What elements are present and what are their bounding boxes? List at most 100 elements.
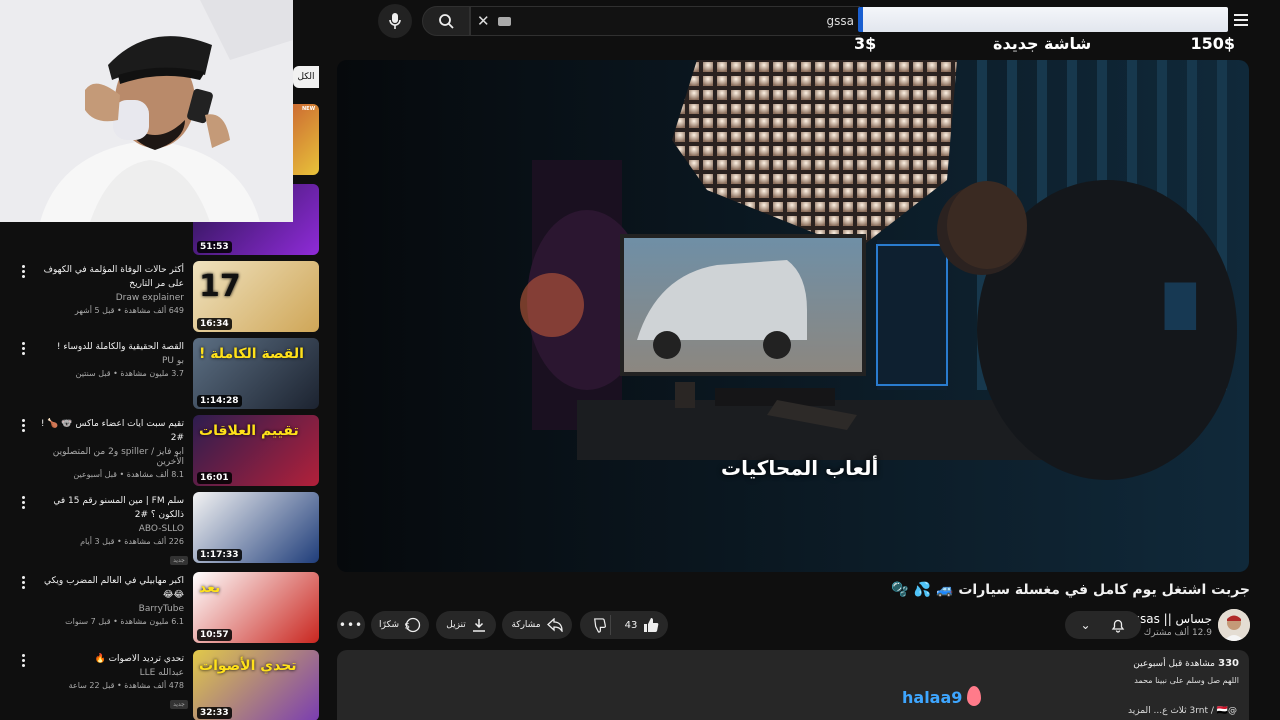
webcam-person-image <box>0 0 293 222</box>
share-icon <box>546 618 563 632</box>
price-overlay: 150$ شاشة جديدة 3$ <box>840 34 1235 56</box>
description-line: اللهم صل وسلم على نبينا محمد <box>1134 676 1239 685</box>
video-item-channel[interactable]: بو PU <box>34 356 184 366</box>
avatar-image <box>1218 609 1250 641</box>
description-more-link[interactable]: @3rnt / 🇾🇪 ثلاث ع... المزيد <box>1128 706 1237 716</box>
video-duration: 1:14:28 <box>197 395 242 407</box>
video-subtitle: ألعاب المحاكيات <box>721 456 879 480</box>
mic-icon <box>389 13 401 29</box>
search-icon <box>439 14 454 29</box>
close-icon[interactable]: ✕ <box>477 12 490 30</box>
video-item-title[interactable]: القصة الحقيقية والكاملة للدوساء ! <box>34 340 184 354</box>
new-badge: جديد <box>170 556 188 565</box>
search-autocomplete-highlight <box>858 7 1228 32</box>
video-item-stats: 8.1 ألف مشاهدة • قبل أسبوعين <box>73 470 184 479</box>
video-frame: █ <box>337 60 1249 572</box>
more-vertical-icon[interactable] <box>22 654 25 667</box>
menu-icon[interactable] <box>1234 14 1248 26</box>
subscribe-notifications-button[interactable]: ⌄ <box>1065 611 1141 639</box>
related-video-item[interactable]: القصة الكاملة ! 1:14:28 القصة الحقيقية وال… <box>0 338 322 412</box>
video-item-stats: 3.7 مليون مشاهدة • قبل سنتين <box>75 369 184 378</box>
svg-text:$: $ <box>405 622 410 632</box>
view-info: 330 مشاهدة قبل أسبوعين <box>1133 658 1239 669</box>
video-duration: 1:17:33 <box>197 549 242 561</box>
bell-icon <box>1111 619 1124 633</box>
search-input[interactable]: ✕ gssa <box>470 6 860 36</box>
like-dislike-group: 43 <box>580 611 668 639</box>
search-query: gssa <box>826 14 854 28</box>
video-item-stats: 6.1 مليون مشاهدة • قبل 7 سنوات <box>65 617 184 626</box>
more-vertical-icon[interactable] <box>22 496 25 509</box>
video-meta: تقيم سبت ايات اعضاء ماكس 🐨 🍗 ! #2 ابو فاي… <box>34 417 184 479</box>
related-video-item[interactable]: تقييم العلاقات 16:01 تقيم سبت ايات اعضاء م… <box>0 415 322 489</box>
view-suffix: مشاهدة قبل أسبوعين <box>1133 659 1215 669</box>
video-meta: سلم FM | مين المسنو رقم 15 في ذالكون ؟ #… <box>34 494 184 546</box>
channel-avatar[interactable] <box>1218 609 1250 641</box>
share-button[interactable]: مشاركة <box>502 611 572 639</box>
more-vertical-icon[interactable] <box>22 265 25 278</box>
video-item-title[interactable]: أكثر حالات الوفاة المؤلمة في الكهوف على … <box>34 263 184 291</box>
video-item-channel[interactable]: ابو فايز / spiller و2 من المتصلوين الأخر… <box>34 447 184 467</box>
filter-chip-all[interactable]: الكل <box>293 66 319 88</box>
video-item-title[interactable]: تقيم سبت ايات اعضاء ماكس 🐨 🍗 ! #2 <box>34 417 184 445</box>
chevron-down-icon: ⌄ <box>1080 618 1091 632</box>
thumbs-down-icon <box>593 617 606 633</box>
video-item-stats: 478 ألف مشاهدة • قبل 22 ساعة <box>68 681 184 690</box>
related-video-item[interactable]: تحدي الأصوات 32:33 تحدي ترديد الاصوات 🔥 عبد… <box>0 650 322 720</box>
video-item-title[interactable]: اكبر مهابيلي في العالم المضرب ويكي 😂😂 <box>34 574 184 602</box>
video-item-title[interactable]: تحدي ترديد الاصوات 🔥 <box>34 652 184 666</box>
more-vertical-icon[interactable] <box>22 576 25 589</box>
new-badge: جديد <box>170 700 188 709</box>
drop-icon <box>967 686 981 706</box>
thumbs-up-icon <box>644 618 659 632</box>
price-left: 3$ <box>854 34 877 53</box>
voice-search-button[interactable] <box>378 4 412 38</box>
video-duration: 16:34 <box>197 318 232 330</box>
video-item-channel[interactable]: Draw explainer <box>34 293 184 303</box>
video-player[interactable]: █ ألعاب المحاكيات <box>337 60 1249 572</box>
search-button[interactable] <box>422 6 470 36</box>
video-duration: 32:33 <box>197 707 232 719</box>
video-meta: اكبر مهابيلي في العالم المضرب ويكي 😂😂 Bar… <box>34 574 184 626</box>
video-item-stats: 226 ألف مشاهدة • قبل 3 أيام <box>80 537 184 546</box>
share-label: مشاركة <box>511 620 541 630</box>
thanks-label: شكرًا <box>379 620 399 630</box>
thumbnail-text: تحدي الأصوات <box>199 658 297 674</box>
video-duration: 51:53 <box>197 241 232 253</box>
video-title: جربت اشتغل يوم كامل في مغسلة سيارات 🚙 💦 … <box>891 582 1250 598</box>
thumbnail-text: تقييم العلاقات <box>199 423 299 439</box>
download-icon <box>472 619 485 632</box>
dislike-button[interactable] <box>586 611 610 639</box>
price-right: 150$ <box>1190 34 1235 53</box>
more-vertical-icon[interactable] <box>22 419 25 432</box>
svg-text:█: █ <box>1164 282 1197 330</box>
thumbnail-text: القصة الكاملة ! <box>199 346 304 362</box>
video-meta: تحدي ترديد الاصوات 🔥 عبدالله LLE 478 ألف م… <box>34 652 184 690</box>
thumbnail-text: 17 <box>199 269 241 304</box>
like-button[interactable]: 43 <box>616 611 668 639</box>
video-meta: أكثر حالات الوفاة المؤلمة في الكهوف على … <box>34 263 184 315</box>
video-meta: القصة الحقيقية والكاملة للدوساء ! بو PU 3.… <box>34 340 184 378</box>
keyboard-icon[interactable] <box>497 16 511 26</box>
description-highlight-text: halaa9 <box>902 688 963 707</box>
related-video-item[interactable]: بعد 10:57 اكبر مهابيلي في العالم المضرب وي… <box>0 572 322 646</box>
description-box[interactable]: 330 مشاهدة قبل أسبوعين اللهم صل وسلم على… <box>337 650 1249 720</box>
like-count: 43 <box>624 619 638 631</box>
related-video-item[interactable]: 1:17:33 سلم FM | مين المسنو رقم 15 في ذال… <box>0 492 322 566</box>
more-horizontal-icon: ••• <box>338 618 364 632</box>
view-count: 330 <box>1218 658 1239 669</box>
more-vertical-icon[interactable] <box>22 342 25 355</box>
video-duration: 16:01 <box>197 472 232 484</box>
download-label: تنزيل <box>446 620 466 630</box>
video-item-channel[interactable]: ABO-SLLO <box>34 524 184 534</box>
related-video-item[interactable]: 17 16:34 أكثر حالات الوفاة المؤلمة في الكه… <box>0 261 322 335</box>
more-actions-button[interactable]: ••• <box>337 611 365 639</box>
overlay-label: شاشة جديدة <box>993 34 1092 53</box>
thanks-dollar-icon: $ <box>405 617 421 633</box>
thanks-button[interactable]: $ شكرًا <box>371 611 429 639</box>
video-item-channel[interactable]: BarryTube <box>34 604 184 614</box>
thumbnail-text: بعد <box>199 580 221 596</box>
video-item-title[interactable]: سلم FM | مين المسنو رقم 15 في ذالكون ؟ #… <box>34 494 184 522</box>
download-button[interactable]: تنزيل <box>436 611 496 639</box>
video-item-channel[interactable]: عبدالله LLE <box>34 668 184 678</box>
